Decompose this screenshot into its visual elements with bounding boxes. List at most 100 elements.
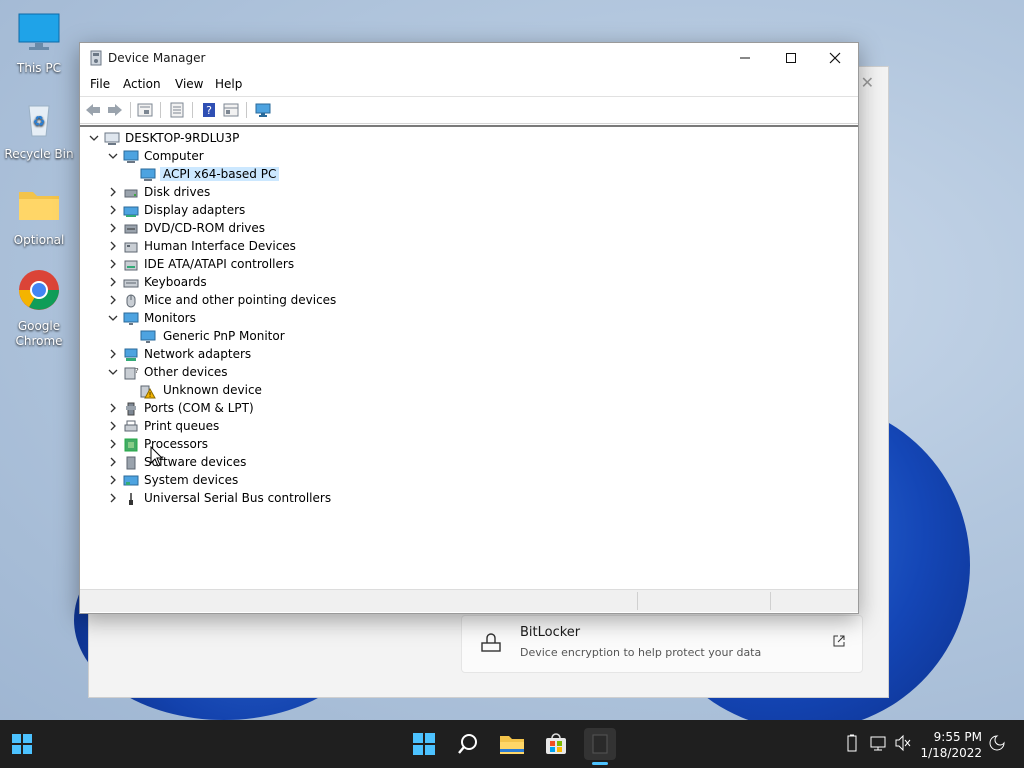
search-icon[interactable]: [452, 728, 484, 760]
hid-icon: [124, 242, 138, 253]
chevron-right-icon[interactable]: [107, 438, 119, 450]
chevron-right-icon[interactable]: [107, 222, 119, 234]
properties-icon[interactable]: [136, 101, 154, 119]
this-pc-icon: [4, 10, 74, 58]
desktop-icon-optional[interactable]: Optional: [4, 182, 74, 248]
chevron-down-icon[interactable]: [107, 312, 119, 324]
show-hidden-icon[interactable]: [222, 101, 240, 119]
maximize-button[interactable]: [768, 43, 814, 73]
chevron-right-icon[interactable]: [107, 420, 119, 432]
close-icon: [829, 52, 841, 64]
mouse-cursor-icon: [150, 446, 164, 467]
chevron-right-icon[interactable]: [107, 294, 119, 306]
tree-item-label: Network adapters: [144, 347, 252, 361]
chevron-down-icon[interactable]: [107, 150, 119, 162]
bitlocker-card[interactable]: BitLocker Device encryption to help prot…: [461, 615, 863, 673]
monitor-icon: [140, 330, 156, 343]
start-icon[interactable]: [408, 728, 440, 760]
computer-icon: [140, 168, 156, 181]
bitlocker-title: BitLocker: [520, 625, 581, 640]
active-app-indicator: [592, 762, 608, 765]
network-icon: [124, 348, 138, 361]
taskbar: 9:55 PM 1/18/2022: [0, 720, 1024, 768]
desktop-icon-label: Google Chrome: [15, 319, 63, 348]
ide-icon: [124, 260, 138, 271]
desktop-icon-google-chrome[interactable]: Google Chrome: [4, 268, 74, 349]
menu-action[interactable]: Action: [123, 77, 161, 91]
menu-help[interactable]: Help: [215, 77, 242, 91]
tree-item-label: Ports (COM & LPT): [144, 401, 254, 415]
monitor-icon: [123, 312, 139, 325]
chevron-right-icon[interactable]: [107, 492, 119, 504]
forward-icon[interactable]: [106, 101, 124, 119]
chevron-right-icon[interactable]: [107, 456, 119, 468]
chevron-right-icon[interactable]: [107, 348, 119, 360]
menu-file[interactable]: File: [90, 77, 110, 91]
computer-icon: [104, 132, 120, 145]
folder-icon: [4, 182, 74, 230]
menu-view[interactable]: View: [175, 77, 203, 91]
computer-icon: [123, 150, 139, 163]
tree-item-label: Unknown device: [163, 383, 262, 397]
svg-text:♻: ♻: [33, 114, 46, 130]
chevron-right-icon[interactable]: [107, 204, 119, 216]
warning-device-icon: !: [140, 385, 156, 399]
svg-text:!: !: [149, 391, 152, 399]
device-manager-window: Device Manager File Action View Help ? D…: [79, 42, 859, 614]
printer-icon: [124, 420, 138, 432]
close-icon[interactable]: ✕: [861, 73, 874, 92]
tree-item-label: Other devices: [144, 365, 228, 379]
system-device-icon: [123, 475, 139, 486]
status-divider: [770, 592, 771, 610]
tree-item-label: Computer: [144, 149, 204, 163]
notification-icon[interactable]: [988, 734, 1006, 755]
software-device-icon: [126, 456, 136, 470]
chevron-right-icon[interactable]: [107, 186, 119, 198]
chevron-right-icon[interactable]: [107, 474, 119, 486]
usb-icon: [129, 493, 133, 505]
other-devices-icon: ?: [124, 367, 139, 380]
desktop-icon-label: Optional: [13, 233, 65, 247]
chevron-right-icon[interactable]: [107, 240, 119, 252]
device-tree: DESKTOP-9RDLU3P Computer ACPI x64-based P…: [80, 125, 858, 589]
chevron-down-icon[interactable]: [107, 366, 119, 378]
update-driver-icon[interactable]: [168, 101, 186, 119]
file-explorer-icon[interactable]: [496, 728, 528, 760]
window-title: Device Manager: [108, 51, 206, 65]
tree-item-label: DVD/CD-ROM drives: [144, 221, 266, 235]
svg-text:?: ?: [135, 367, 139, 375]
tree-item-label: Mice and other pointing devices: [144, 293, 337, 307]
tree-item-label: System devices: [144, 473, 239, 487]
toolbar-separator: [246, 102, 247, 118]
toolbar-separator: [130, 102, 131, 118]
bitlocker-description: Device encryption to help protect your d…: [520, 646, 762, 659]
scan-hardware-icon[interactable]: [254, 101, 272, 119]
desktop-icon-this-pc[interactable]: This PC: [4, 10, 74, 76]
menu-bar: File Action View Help: [80, 73, 858, 95]
desktop-icon-recycle-bin[interactable]: ♻ Recycle Bin: [4, 96, 74, 162]
device-manager-app-icon[interactable]: [584, 728, 616, 760]
back-icon[interactable]: [84, 101, 102, 119]
status-bar: [80, 589, 858, 612]
tree-item-label: Print queues: [144, 419, 220, 433]
start-icon[interactable]: [6, 728, 38, 760]
device-manager-icon: [88, 50, 104, 69]
tree-item-label: Universal Serial Bus controllers: [144, 491, 332, 505]
help-icon[interactable]: ?: [200, 101, 218, 119]
battery-icon[interactable]: [846, 734, 858, 755]
tree-item-label: Disk drives: [144, 185, 211, 199]
chevron-right-icon[interactable]: [107, 276, 119, 288]
title-bar[interactable]: Device Manager: [80, 43, 858, 73]
chevron-down-icon[interactable]: [88, 132, 100, 144]
store-icon[interactable]: [540, 728, 572, 760]
network-icon[interactable]: [870, 734, 888, 755]
taskbar-clock[interactable]: 9:55 PM 1/18/2022: [920, 729, 982, 761]
tree-item-label: Display adapters: [144, 203, 246, 217]
chevron-right-icon[interactable]: [107, 402, 119, 414]
close-button[interactable]: [812, 43, 858, 73]
minimize-button[interactable]: [722, 43, 768, 73]
chevron-right-icon[interactable]: [107, 258, 119, 270]
svg-text:?: ?: [206, 104, 212, 117]
volume-muted-icon[interactable]: [894, 734, 912, 755]
dvd-icon: [124, 224, 138, 234]
